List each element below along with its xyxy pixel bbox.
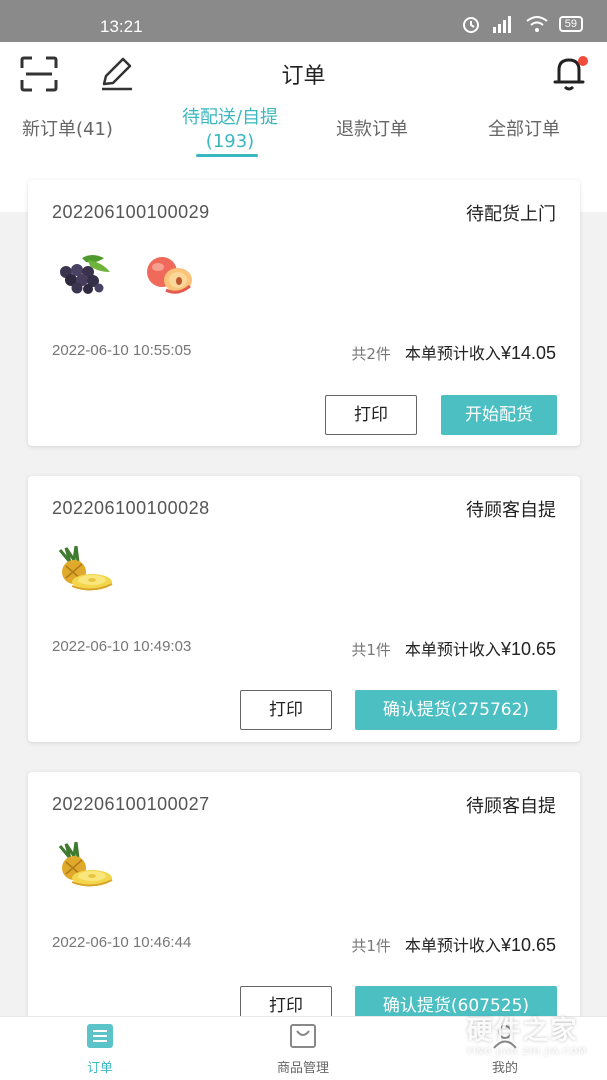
product-thumbnails — [52, 546, 116, 594]
order-number: 202206100100027 — [52, 794, 210, 814]
order-amount: ¥14.05 — [500, 343, 556, 363]
tab-refund-orders[interactable]: 退款订单 — [336, 118, 408, 142]
order-card[interactable]: 202206100100027 待顾客自提 2022-06-10 10:46:4… — [28, 772, 580, 1038]
site-watermark: 硬件之家 YING JIAN ZHI JIA.COM — [466, 1010, 587, 1057]
orders-icon — [87, 1024, 113, 1048]
signal-icon — [492, 16, 511, 33]
order-status: 待配货上门 — [466, 204, 556, 225]
order-card[interactable]: 202206100100028 待顾客自提 2022-06-10 10:49:0… — [28, 476, 580, 742]
bag-icon — [290, 1024, 316, 1048]
product-thumbnails — [52, 842, 116, 890]
grapes-image — [60, 255, 110, 294]
watermark-subtext: YING JIAN ZHI JIA.COM — [466, 1047, 587, 1057]
start-picking-button[interactable]: 开始配货 — [441, 395, 557, 435]
order-card[interactable]: 202206100100029 待配货上门 2022-06-10 10:55:0… — [28, 180, 580, 446]
order-number: 202206100100029 — [52, 202, 210, 222]
watermark-text: 硬件之家 — [466, 1016, 579, 1046]
order-status: 待顾客自提 — [466, 500, 556, 521]
order-summary: 共1件 本单预计收入 ¥10.65 — [351, 636, 556, 660]
item-count: 共1件 — [351, 641, 391, 659]
tab-label: 全部订单 — [488, 119, 560, 140]
status-icons: 59 — [461, 14, 583, 34]
nav-label: 我的 — [491, 1061, 518, 1076]
order-summary: 共2件 本单预计收入 ¥14.05 — [351, 340, 556, 364]
order-amount: ¥10.65 — [500, 639, 556, 659]
nav-products[interactable]: 商品管理 — [243, 1023, 363, 1076]
product-thumbnails — [52, 250, 200, 298]
tab-label: 待配送/自提 — [181, 107, 279, 128]
nav-label: 订单 — [86, 1061, 113, 1076]
nav-label: 商品管理 — [276, 1061, 329, 1076]
alarm-icon — [462, 17, 479, 33]
order-summary: 共1件 本单预计收入 ¥10.65 — [351, 932, 556, 956]
order-status: 待顾客自提 — [466, 796, 556, 817]
print-button[interactable]: 打印 — [325, 395, 417, 435]
tab-new-orders[interactable]: 新订单(41) — [22, 118, 113, 142]
tab-all-orders[interactable]: 全部订单 — [488, 118, 560, 142]
pineapple-image — [58, 842, 113, 887]
tab-pending-delivery[interactable]: 待配送/自提 (193) — [168, 106, 292, 154]
tab-label: 退款订单 — [336, 119, 408, 140]
item-count: 共2件 — [351, 345, 391, 363]
peach-image — [147, 257, 192, 294]
status-bar: 13:21 59 — [0, 0, 607, 42]
tab-count: (193) — [205, 131, 255, 152]
pineapple-image — [58, 546, 113, 591]
income-label: 本单预计收入 — [404, 936, 501, 955]
item-count: 共1件 — [351, 937, 391, 955]
order-number: 202206100100028 — [52, 498, 210, 518]
wifi-icon — [526, 16, 548, 32]
order-tabs: 新订单(41) 待配送/自提 (193) 退款订单 全部订单 — [0, 102, 607, 162]
confirm-pickup-button[interactable]: 确认提货(275762) — [355, 690, 557, 730]
order-time: 2022-06-10 10:49:03 — [52, 638, 192, 655]
active-tab-indicator — [196, 154, 258, 157]
print-button[interactable]: 打印 — [240, 690, 332, 730]
status-time: 13:21 — [100, 17, 143, 36]
income-label: 本单预计收入 — [404, 640, 501, 659]
nav-orders[interactable]: 订单 — [40, 1023, 160, 1076]
page-title: 订单 — [281, 64, 326, 89]
order-time: 2022-06-10 10:55:05 — [52, 342, 192, 359]
order-amount: ¥10.65 — [500, 935, 556, 955]
battery-indicator: 59 — [558, 16, 583, 32]
tab-label: 新订单(41) — [22, 119, 113, 140]
notification-badge — [578, 56, 588, 66]
income-label: 本单预计收入 — [404, 344, 501, 363]
order-time: 2022-06-10 10:46:44 — [52, 934, 192, 951]
